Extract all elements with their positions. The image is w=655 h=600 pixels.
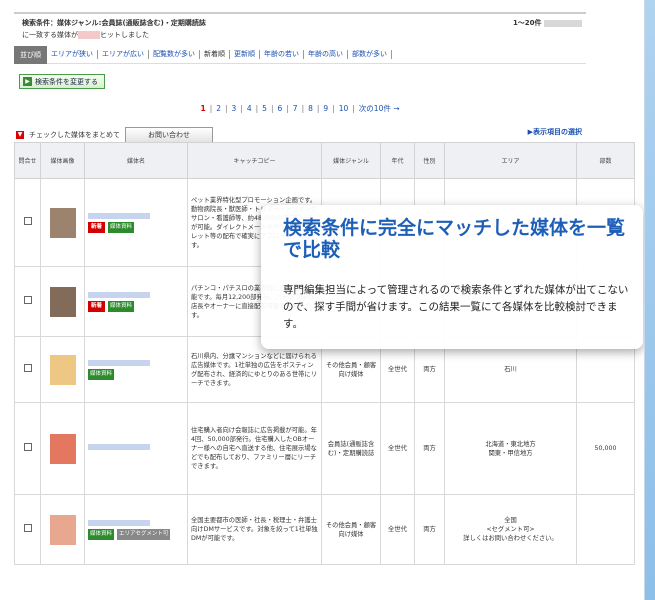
sort-option[interactable]: エリアが狭い: [47, 50, 98, 59]
age-range: 全世代: [380, 494, 415, 565]
media-name-link[interactable]: [88, 519, 150, 526]
callout-body: 専門編集担当によって管理されるので検索条件とずれた媒体が出てこないので、探す手間…: [283, 284, 629, 330]
row-checkbox[interactable]: [23, 364, 32, 372]
column-header: 媒体ジャンル: [321, 142, 381, 179]
bulk-label: チェックした媒体をまとめて: [29, 131, 120, 139]
page-separator: |: [352, 104, 355, 113]
row-checkbox[interactable]: [23, 443, 32, 451]
media-thumbnail[interactable]: [49, 514, 76, 545]
page-link[interactable]: 5: [260, 104, 269, 113]
callout-title: 検索条件に完全にマッチした媒体を一覧で比較: [283, 217, 626, 261]
page-separator: |: [286, 104, 289, 113]
down-triangle-icon: ▼: [16, 131, 24, 139]
match-text-post: ヒットしました: [100, 31, 149, 39]
page-link[interactable]: 3: [230, 104, 239, 113]
page-link[interactable]: 1: [198, 104, 207, 113]
sort-option[interactable]: 部数が多い: [348, 50, 392, 59]
row-checkbox[interactable]: [23, 296, 32, 304]
circulation: 50,000: [576, 402, 635, 495]
arrow-right-icon: ▶: [23, 77, 32, 86]
gender: 両方: [414, 402, 445, 495]
column-header: キャッチコピー: [187, 142, 322, 179]
search-condition-header: 検索条件：媒体ジャンル:会員誌(通販誌含む)・定期購読誌 に一致する媒体が ヒット…: [14, 12, 586, 42]
media-name-link[interactable]: [88, 291, 150, 298]
sort-option[interactable]: 年齢の若い: [260, 50, 304, 59]
sort-option[interactable]: 年齢の高い: [304, 50, 348, 59]
page-link[interactable]: 7: [291, 104, 300, 113]
hit-count-blurred: [78, 31, 100, 39]
next-page-link[interactable]: 次の10件 →: [357, 104, 402, 113]
page-link[interactable]: 2: [214, 104, 223, 113]
condition-label: 検索条件：: [22, 19, 57, 27]
column-header: 媒体画像: [40, 142, 85, 179]
sort-option[interactable]: エリアが広い: [98, 50, 149, 59]
change-search-button[interactable]: ▶ 検索条件を変更する: [19, 74, 105, 89]
match-text-pre: に一致する媒体が: [22, 31, 78, 39]
table-row: 住宅購入者向け会報誌に広告掲載が可能。年4回、50,000部発行。住宅購入したO…: [14, 402, 635, 495]
media-badge: 媒体資料: [88, 528, 115, 540]
sort-option[interactable]: 新着順: [200, 50, 230, 59]
media-genre: 会員誌(通販誌含む)・定期購読誌: [321, 402, 381, 495]
media-thumbnail[interactable]: [49, 286, 76, 317]
row-checkbox[interactable]: [23, 217, 32, 225]
media-thumbnail[interactable]: [49, 354, 76, 385]
media-badge: 媒体資料: [108, 221, 135, 233]
page-link[interactable]: 9: [321, 104, 330, 113]
pagination: 1 | 2 | 3 | 4 | 5 | 6 | 7 | 8 | 9 | 10 | 次の10件 →: [0, 103, 600, 114]
page-separator: |: [240, 104, 243, 113]
page-separator: |: [332, 104, 335, 113]
table-header-row: 問合せ 媒体画像 媒体名 キャッチコピー 媒体ジャンル 年代 性別 エリア 部数: [14, 142, 635, 179]
media-badge: 媒体資料: [88, 368, 115, 380]
inquiry-button[interactable]: お問い合わせ: [125, 127, 213, 143]
sort-option[interactable]: 配覧数が多い: [149, 50, 200, 59]
condition-value: 媒体ジャンル:会員誌(通販誌含む)・定期購読誌: [57, 19, 206, 27]
media-name-link[interactable]: [88, 444, 150, 450]
column-header: 性別: [414, 142, 445, 179]
circulation: [576, 494, 635, 565]
media-badge: 新着: [88, 221, 106, 233]
table-row: 媒体資料 エリアセグメント可 全国主要都市の医師・社長・税理士・弁護士向けDMサー…: [14, 494, 635, 565]
column-header: エリア: [444, 142, 577, 179]
page-link[interactable]: 10: [337, 104, 351, 113]
gender: 両方: [414, 494, 445, 565]
sort-bar: 並び順 エリアが狭い エリアが広い 配覧数が多い 新着順 更新順 年齢の若い 年齢の高い 部数…: [14, 45, 586, 64]
sort-option[interactable]: 更新順: [230, 50, 260, 59]
column-header: 部数: [576, 142, 635, 179]
catch-copy: 全国主要都市の医師・社長・税理士・弁護士向けDMサービスです。対象を絞って1社単…: [187, 494, 322, 565]
media-badge: 媒体資料: [108, 300, 135, 312]
page-link[interactable]: 4: [245, 104, 254, 113]
media-name-link[interactable]: [88, 359, 150, 366]
media-badge: エリアセグメント可: [117, 528, 171, 540]
media-thumbnail[interactable]: [49, 207, 76, 238]
row-checkbox[interactable]: [23, 524, 32, 532]
display-items-link[interactable]: ▶表示項目の選択: [528, 127, 582, 137]
result-range: 1〜20件: [513, 18, 582, 28]
bulk-inquiry: ▼ チェックした媒体をまとめて お問い合わせ: [16, 127, 213, 143]
column-header: 年代: [380, 142, 415, 179]
media-thumbnail[interactable]: [49, 433, 76, 464]
area: 全国 <セグメント可> 詳しくはお問い合わせください。: [444, 494, 577, 565]
page-link[interactable]: 8: [306, 104, 315, 113]
area: 北海道・東北地方 関東・甲信地方: [444, 402, 577, 495]
page-link[interactable]: 6: [275, 104, 284, 113]
media-name-link[interactable]: [88, 212, 150, 219]
column-header: 問合せ: [14, 142, 41, 179]
results-page: 検索条件：媒体ジャンル:会員誌(通販誌含む)・定期購読誌 に一致する媒体が ヒット…: [0, 0, 645, 600]
media-genre: その他会員・顧客向け媒体: [321, 494, 381, 565]
media-badge: 新着: [88, 300, 106, 312]
age-range: 全世代: [380, 402, 415, 495]
catch-copy: 住宅購入者向け会報誌に広告掲載が可能。年4回、50,000部発行。住宅購入したO…: [187, 402, 322, 495]
column-header: 媒体名: [84, 142, 188, 179]
page-separator: |: [225, 104, 228, 113]
sort-label: 並び順: [14, 45, 47, 64]
feature-callout: 検索条件に完全にマッチした媒体を一覧で比較 専門編集担当によって管理されるので検…: [261, 205, 643, 349]
